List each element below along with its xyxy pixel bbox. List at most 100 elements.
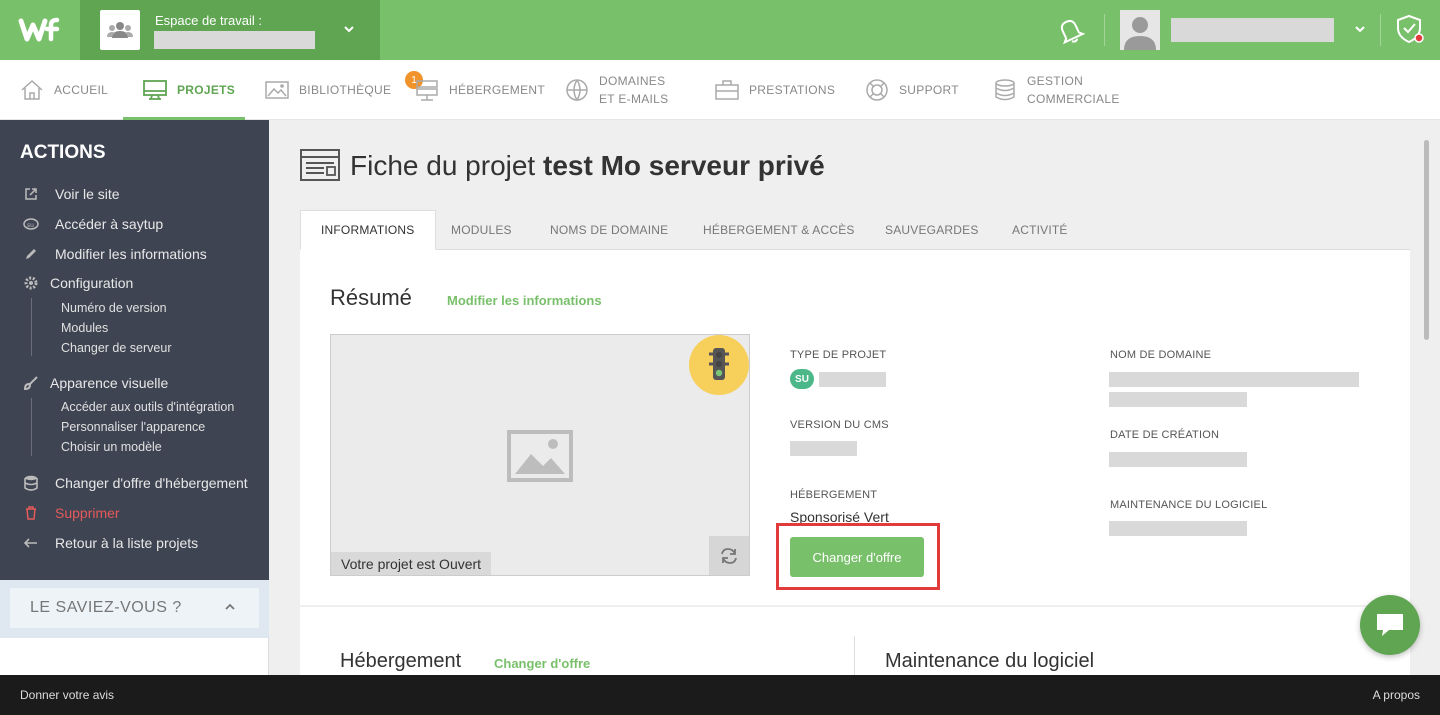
traffic-light-icon	[689, 335, 749, 395]
redacted-value	[1109, 392, 1247, 407]
section-title-hebergement: Hébergement	[340, 650, 462, 672]
nav-item-accueil[interactable]: ACCUEIL	[20, 60, 108, 120]
sidebar-item-apparence[interactable]: Apparence visuelle	[22, 373, 168, 393]
database-icon	[22, 475, 40, 491]
tab-modules[interactable]: MODULES	[451, 210, 512, 250]
globe-icon	[565, 78, 589, 102]
refresh-icon[interactable]	[709, 536, 749, 575]
redacted-value	[1109, 372, 1359, 387]
nav-label-line1: DOMAINES	[599, 74, 666, 88]
chat-bubble-icon	[1377, 614, 1403, 636]
tree-line	[31, 398, 32, 456]
label-hebergement: HÉBERGEMENT	[790, 489, 878, 501]
sidebar-item-label: Modifier les informations	[55, 246, 207, 262]
nav-item-support[interactable]: SUPPORT	[865, 60, 959, 120]
topbar-divider	[1104, 14, 1105, 46]
external-link-icon	[22, 187, 40, 201]
top-bar: Espace de travail :	[0, 0, 1440, 60]
changer-offre-link[interactable]: Changer d'offre	[494, 656, 590, 671]
label-maintenance: MAINTENANCE DU LOGICIEL	[1110, 499, 1268, 511]
nav-label: PROJETS	[177, 83, 236, 97]
workspace-selector[interactable]: Espace de travail :	[80, 0, 380, 60]
cms-type-badge: SU	[790, 369, 814, 389]
briefcase-icon	[715, 79, 739, 101]
tab-hebergement-acces[interactable]: HÉBERGEMENT & ACCÈS	[703, 210, 855, 250]
sidebar-sub-personnaliser[interactable]: Personnaliser l'apparence	[61, 420, 205, 434]
workspace-name-redacted	[154, 31, 315, 49]
sidebar-sub-modules[interactable]: Modules	[61, 321, 108, 335]
nav-item-hebergement[interactable]: HÉBERGEMENT	[415, 60, 545, 120]
user-name-redacted[interactable]	[1171, 18, 1334, 42]
page-title: Fiche du projet test Mo serveur privé	[350, 150, 825, 182]
nav-label: ACCUEIL	[54, 83, 109, 97]
sidebar-item-label: Configuration	[50, 275, 134, 291]
tab-noms-de-domaine[interactable]: NOMS DE DOMAINE	[550, 210, 668, 250]
topbar-divider	[1380, 14, 1381, 46]
sidebar-item-label: Retour à la liste projets	[55, 535, 199, 551]
label-type-projet: TYPE DE PROJET	[790, 349, 887, 361]
section-title-resume: Résumé	[330, 285, 412, 310]
nav-label: DOMAINES ET E-MAILS	[599, 72, 668, 108]
sidebar-sub-outils-integration[interactable]: Accéder aux outils d'intégration	[61, 400, 234, 414]
sidebar-item-supprimer[interactable]: Supprimer	[22, 503, 120, 523]
section-title-maintenance: Maintenance du logiciel	[885, 650, 1095, 672]
tab-activite[interactable]: ACTIVITÉ	[1012, 210, 1068, 250]
redacted-value	[1109, 452, 1247, 467]
page-title-prefix: Fiche du projet	[350, 150, 536, 181]
workspace-group-icon	[100, 10, 140, 50]
page-scrollbar[interactable]	[1424, 140, 1429, 340]
redacted-value	[819, 372, 886, 387]
sidebar-footer-space	[0, 638, 269, 675]
label-date-creation: DATE DE CRÉATION	[1110, 429, 1220, 441]
project-sheet-icon	[300, 149, 340, 186]
nav-item-projets[interactable]: PROJETS	[143, 60, 235, 120]
coins-icon	[993, 78, 1017, 102]
sidebar-sub-numero-version[interactable]: Numéro de version	[61, 301, 167, 315]
app-logo[interactable]	[0, 0, 80, 60]
notification-bell-icon[interactable]	[1055, 14, 1086, 51]
image-placeholder-icon	[507, 430, 573, 487]
svg-text:su: su	[27, 222, 34, 229]
sidebar-item-label: Apparence visuelle	[50, 375, 169, 391]
tab-sauvegardes[interactable]: SAUVEGARDES	[885, 210, 979, 250]
about-link[interactable]: A propos	[1373, 688, 1420, 702]
modifier-informations-link[interactable]: Modifier les informations	[447, 293, 602, 308]
sidebar-item-modifier[interactable]: Modifier les informations	[22, 244, 207, 264]
tab-informations[interactable]: INFORMATIONS	[300, 210, 436, 250]
nav-label: BIBLIOTHÈQUE	[299, 83, 392, 97]
user-avatar[interactable]	[1120, 10, 1160, 50]
change-offer-button[interactable]: Changer d'offre	[790, 537, 924, 577]
feedback-link[interactable]: Donner votre avis	[20, 688, 114, 702]
label-version-cms: VERSION DU CMS	[790, 419, 889, 431]
nav-item-domaines[interactable]: DOMAINES ET E-MAILS	[565, 60, 668, 120]
nav-item-bibliotheque[interactable]: BIBLIOTHÈQUE	[265, 60, 391, 120]
nav-item-prestations[interactable]: PRESTATIONS	[715, 60, 835, 120]
did-you-know-toggle[interactable]: LE SAVIEZ-VOUS ?	[10, 588, 259, 628]
sidebar-sub-changer-serveur[interactable]: Changer de serveur	[61, 341, 171, 355]
sidebar-item-label: Changer d'offre d'hébergement	[55, 475, 248, 491]
chat-button[interactable]	[1360, 595, 1420, 655]
details-panel	[300, 607, 1410, 677]
sidebar-title: ACTIONS	[20, 142, 106, 163]
sidebar-sub-choisir-modele[interactable]: Choisir un modèle	[61, 440, 162, 454]
nav-item-gestion[interactable]: GESTION COMMERCIALE	[993, 60, 1120, 120]
monitor-icon	[143, 79, 167, 101]
project-status-label: Votre projet est Ouvert	[331, 552, 492, 575]
chevron-up-icon	[225, 600, 235, 614]
nav-label: GESTION COMMERCIALE	[1027, 72, 1120, 108]
nav-label-line2: COMMERCIALE	[1027, 92, 1120, 106]
sidebar-item-label: Voir le site	[55, 186, 120, 202]
sidebar-item-retour[interactable]: Retour à la liste projets	[22, 533, 198, 553]
sidebar-item-voir-site[interactable]: Voir le site	[22, 184, 120, 204]
sidebar-item-changer-offre[interactable]: Changer d'offre d'hébergement	[22, 473, 248, 493]
footer-bar: Donner votre avis A propos	[0, 675, 1440, 715]
chevron-down-icon[interactable]	[342, 22, 356, 41]
security-shield-icon[interactable]	[1396, 14, 1426, 49]
sidebar-item-configuration[interactable]: Configuration	[22, 273, 133, 293]
home-icon	[20, 79, 44, 101]
brush-icon	[22, 375, 40, 391]
lifebuoy-icon	[865, 78, 889, 102]
chevron-down-icon[interactable]	[1354, 22, 1366, 40]
did-you-know-label: LE SAVIEZ-VOUS ?	[30, 599, 182, 616]
sidebar-item-saytup[interactable]: su Accéder à saytup	[22, 214, 163, 234]
